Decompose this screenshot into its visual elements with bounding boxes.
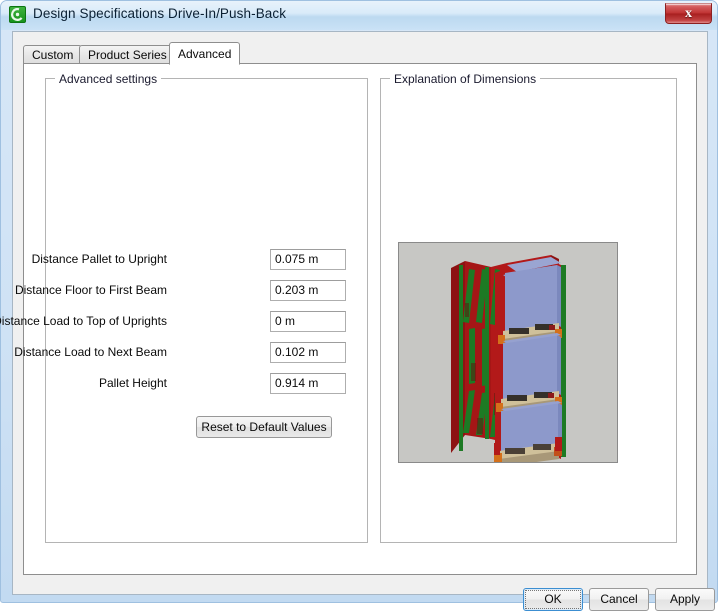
ok-button-label: OK <box>525 590 581 609</box>
tab-advanced[interactable]: Advanced <box>169 42 241 65</box>
tab-custom[interactable]: Custom <box>23 45 83 64</box>
group-advanced-settings: Advanced settings Distance Pallet to Upr… <box>0 72 368 543</box>
input-pallet-height[interactable]: 0.914 m <box>270 373 346 394</box>
drive-in-pushback-rack-3d-render <box>398 242 618 463</box>
label-distance-floor-to-first-beam: Distance Floor to First Beam <box>14 283 167 297</box>
input-distance-floor-to-first-beam[interactable]: 0.203 m <box>270 280 346 301</box>
input-distance-pallet-to-upright[interactable]: 0.075 m <box>270 249 346 270</box>
cancel-button[interactable]: Cancel <box>589 588 649 611</box>
tab-strip: Custom Product Series Advanced <box>23 42 697 65</box>
close-icon: x <box>685 6 692 21</box>
label-distance-pallet-to-upright: Distance Pallet to Upright <box>31 252 167 266</box>
group-explanation-of-dimensions-title: Explanation of Dimensions <box>390 72 541 86</box>
label-distance-load-to-next-beam: Distance Load to Next Beam <box>14 345 167 359</box>
reset-to-default-values-button[interactable]: Reset to Default Values <box>196 416 332 438</box>
ok-button[interactable]: OK <box>523 588 583 611</box>
field-row-distance-load-to-next-beam: Distance Load to Next Beam 0.102 m <box>14 342 356 364</box>
apply-button[interactable]: Apply <box>655 588 715 611</box>
label-pallet-height: Pallet Height <box>98 376 167 390</box>
input-distance-load-to-top-of-uprights[interactable]: 0 m <box>270 311 346 332</box>
input-distance-load-to-next-beam[interactable]: 0.102 m <box>270 342 346 363</box>
dialog-client-area: Custom Product Series Advanced Advanced … <box>0 31 715 611</box>
field-row-distance-pallet-to-upright: Distance Pallet to Upright 0.075 m <box>32 249 356 271</box>
swirl-arrow-icon <box>9 6 26 23</box>
close-button[interactable]: x <box>665 3 712 24</box>
group-advanced-settings-title: Advanced settings <box>55 72 162 86</box>
field-row-pallet-height: Pallet Height 0.914 m <box>56 373 356 395</box>
dialog-window: Design Specifications Drive-In/Push-Back… <box>0 0 718 611</box>
field-row-distance-floor-to-first-beam: Distance Floor to First Beam 0.203 m <box>15 280 356 302</box>
field-row-distance-load-to-top-of-uprights: Distance Load to Top of Uprights 0 m <box>0 311 356 333</box>
label-distance-load-to-top-of-uprights: Distance Load to Top of Uprights <box>0 314 167 328</box>
window-title: Design Specifications Drive-In/Push-Back <box>33 6 287 21</box>
group-explanation-of-dimensions: Explanation of Dimensions <box>380 72 677 543</box>
tab-page-advanced: Advanced settings Distance Pallet to Upr… <box>0 63 697 575</box>
title-bar[interactable]: Design Specifications Drive-In/Push-Back… <box>1 1 717 30</box>
tab-product-series[interactable]: Product Series <box>79 45 176 64</box>
